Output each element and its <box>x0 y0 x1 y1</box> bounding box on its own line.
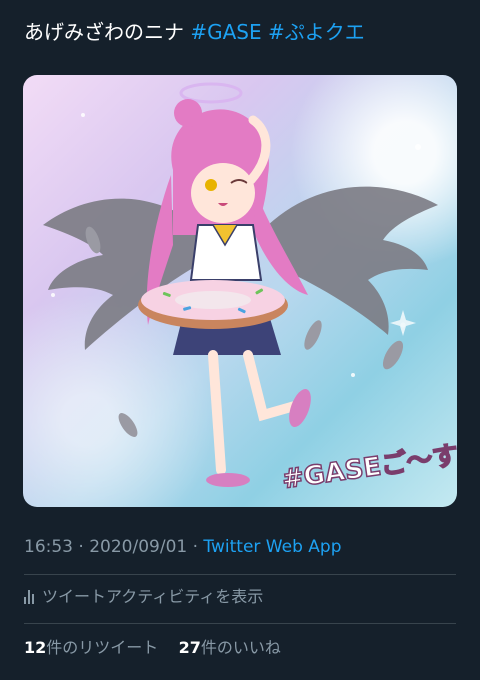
tweet-time: 16:53 <box>24 537 73 557</box>
meta-separator: · <box>78 537 84 557</box>
illustration <box>43 82 438 487</box>
tweet-date: 2020/09/01 <box>89 537 188 557</box>
donut-float <box>138 280 288 329</box>
tweet-meta: 16:53 · 2020/09/01 · Twitter Web App <box>24 536 341 558</box>
tweet-body: あげみざわのニナ <box>24 20 184 44</box>
retweets-label: 件のリツイート <box>46 638 159 657</box>
character-legs <box>208 350 303 475</box>
activity-icon <box>24 590 34 604</box>
retweets-count: 12 <box>24 638 47 657</box>
retweets-stat[interactable]: 12件のリツイート <box>24 638 158 657</box>
hashtag-gase[interactable]: #GASE <box>190 20 261 44</box>
tweet-media-image[interactable]: #GASEご～す <box>23 75 457 507</box>
meta-separator-2: · <box>192 537 199 557</box>
tweet-source-link[interactable]: Twitter Web App <box>203 537 341 557</box>
likes-stat[interactable]: 27件のいいね <box>179 638 281 657</box>
activity-label: ツイートアクティビティを表示 <box>42 587 264 606</box>
character-face <box>191 163 255 223</box>
divider-bottom <box>24 623 456 624</box>
tweet-stats: 12件のリツイート 27件のいいね <box>24 637 281 659</box>
likes-label: 件のいいね <box>200 638 281 657</box>
divider-top <box>24 574 456 575</box>
character-eye <box>205 179 217 191</box>
hashtag-puyoque[interactable]: #ぷよクエ <box>268 20 365 44</box>
tweet-text: あげみざわのニナ #GASE #ぷよクエ <box>24 18 464 46</box>
tweet-activity-link[interactable]: ツイートアクティビティを表示 <box>24 586 263 608</box>
likes-count: 27 <box>178 638 201 657</box>
